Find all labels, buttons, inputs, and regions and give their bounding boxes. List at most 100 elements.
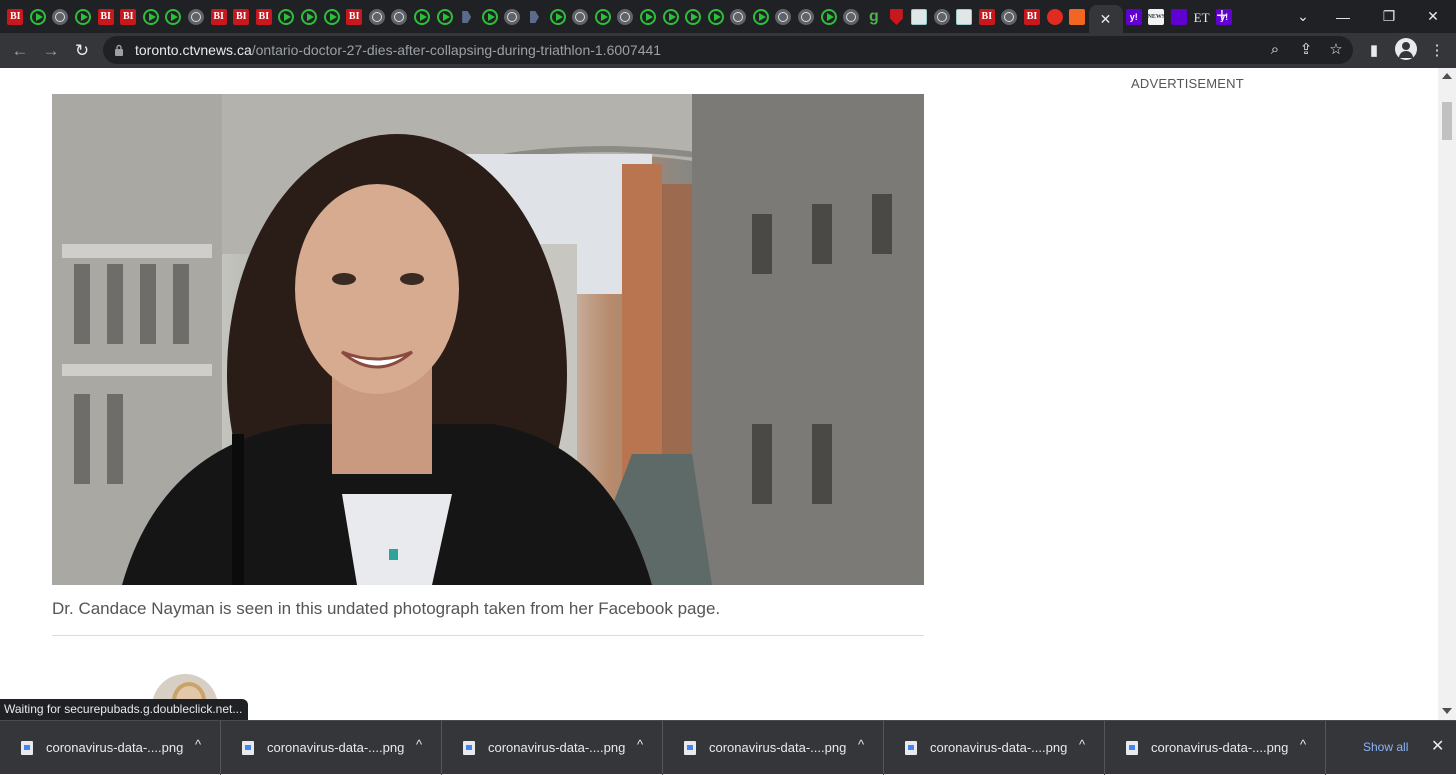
- browser-tab[interactable]: [275, 6, 298, 28]
- browser-tab[interactable]: BI: [117, 6, 140, 28]
- browser-tab[interactable]: [772, 6, 795, 28]
- download-item[interactable]: coronavirus-data-....png ^: [221, 721, 442, 775]
- bi-favicon-icon: BI: [233, 9, 250, 25]
- browser-tab[interactable]: [908, 6, 931, 28]
- browser-tab[interactable]: ET: [1190, 6, 1213, 28]
- restore-button[interactable]: ❐: [1366, 0, 1412, 33]
- browser-tab[interactable]: [840, 6, 863, 28]
- profile-avatar-icon[interactable]: [1395, 38, 1417, 60]
- browser-tab[interactable]: [659, 6, 682, 28]
- back-button[interactable]: ←: [8, 39, 32, 63]
- browser-tab[interactable]: [1168, 6, 1191, 28]
- browser-tab[interactable]: [433, 6, 456, 28]
- browser-tab[interactable]: [298, 6, 321, 28]
- browser-tab[interactable]: [72, 6, 95, 28]
- url-host: toronto.ctvnews.ca: [135, 42, 252, 58]
- browser-tab[interactable]: [704, 6, 727, 28]
- browser-tab[interactable]: BI: [230, 6, 253, 28]
- forward-button[interactable]: →: [39, 39, 63, 63]
- play-favicon-icon: [662, 9, 679, 25]
- new-tab-button[interactable]: +: [1212, 5, 1232, 27]
- browser-tab[interactable]: [140, 6, 163, 28]
- browser-tab[interactable]: [411, 6, 434, 28]
- address-bar[interactable]: toronto.ctvnews.ca/ontario-doctor-27-die…: [103, 36, 1353, 64]
- url-path: /ontario-doctor-27-dies-after-collapsing…: [251, 42, 662, 58]
- browser-tab[interactable]: [614, 6, 637, 28]
- browser-tab[interactable]: [366, 6, 389, 28]
- download-item[interactable]: coronavirus-data-....png ^: [884, 721, 1105, 775]
- scrollbar-thumb[interactable]: [1442, 102, 1452, 140]
- download-filename[interactable]: coronavirus-data-....png: [46, 740, 183, 755]
- browser-tab[interactable]: [478, 6, 501, 28]
- download-item[interactable]: coronavirus-data-....png ^: [1105, 721, 1326, 775]
- close-window-button[interactable]: ✕: [1410, 0, 1456, 33]
- download-filename[interactable]: coronavirus-data-....png: [488, 740, 625, 755]
- browser-tab[interactable]: [546, 6, 569, 28]
- browser-tab[interactable]: y!: [1123, 6, 1146, 28]
- tab-list: BI BI BI BI BI BI BI g BI BI ✕ y! NEWS ET y!: [4, 4, 1235, 34]
- page-scrollbar[interactable]: [1438, 68, 1456, 720]
- browser-tab[interactable]: [930, 6, 953, 28]
- play-favicon-icon: [323, 9, 340, 25]
- share-icon[interactable]: ⇪: [1296, 40, 1316, 60]
- lock-icon[interactable]: [114, 44, 124, 56]
- browser-tab[interactable]: BI: [343, 6, 366, 28]
- browser-tab[interactable]: [569, 6, 592, 28]
- show-all-downloads-button[interactable]: Show all: [1363, 740, 1408, 754]
- browser-tab[interactable]: [885, 6, 908, 28]
- browser-tab[interactable]: [1043, 6, 1066, 28]
- scroll-down-arrow-icon[interactable]: [1442, 708, 1452, 714]
- browser-tab[interactable]: [456, 6, 479, 28]
- browser-tab[interactable]: [750, 6, 773, 28]
- download-options-chevron-icon[interactable]: ^: [1300, 737, 1306, 752]
- browser-tab[interactable]: [501, 6, 524, 28]
- download-item[interactable]: coronavirus-data-....png ^: [663, 721, 884, 775]
- browser-tab[interactable]: [388, 6, 411, 28]
- active-tab-close-icon[interactable]: ✕: [1088, 4, 1123, 34]
- browser-tab[interactable]: [795, 6, 818, 28]
- browser-tab[interactable]: [817, 6, 840, 28]
- minimize-button[interactable]: —: [1320, 0, 1366, 33]
- download-item[interactable]: coronavirus-data-....png ^: [442, 721, 663, 775]
- download-options-chevron-icon[interactable]: ^: [858, 737, 864, 752]
- reload-button[interactable]: ↻: [70, 39, 94, 63]
- browser-tab[interactable]: BI: [1021, 6, 1044, 28]
- browser-tab[interactable]: g: [863, 6, 886, 28]
- browser-tab[interactable]: BI: [207, 6, 230, 28]
- browser-tab[interactable]: BI: [976, 6, 999, 28]
- download-filename[interactable]: coronavirus-data-....png: [930, 740, 1067, 755]
- browser-tab[interactable]: [1066, 6, 1089, 28]
- browser-tab[interactable]: [320, 6, 343, 28]
- url-text[interactable]: toronto.ctvnews.ca/ontario-doctor-27-die…: [135, 42, 661, 58]
- download-options-chevron-icon[interactable]: ^: [416, 737, 422, 752]
- download-filename[interactable]: coronavirus-data-....png: [1151, 740, 1288, 755]
- browser-tab[interactable]: [185, 6, 208, 28]
- browser-tab[interactable]: [49, 6, 72, 28]
- download-item[interactable]: coronavirus-data-....png ^: [0, 721, 221, 775]
- browser-tab[interactable]: BI: [4, 6, 27, 28]
- browser-tab[interactable]: [162, 6, 185, 28]
- download-options-chevron-icon[interactable]: ^: [637, 737, 643, 752]
- browser-tab[interactable]: [591, 6, 614, 28]
- browser-tab[interactable]: BI: [253, 6, 276, 28]
- bi-favicon-icon: BI: [346, 9, 363, 25]
- browser-tab[interactable]: [682, 6, 705, 28]
- browser-tab[interactable]: NEWS: [1145, 6, 1168, 28]
- download-options-chevron-icon[interactable]: ^: [195, 737, 201, 752]
- browser-tab[interactable]: [727, 6, 750, 28]
- browser-tab[interactable]: [27, 6, 50, 28]
- browser-tab[interactable]: [524, 6, 547, 28]
- zoom-icon[interactable]: ⌕: [1265, 40, 1285, 60]
- chrome-menu-icon[interactable]: ⋮: [1426, 40, 1448, 62]
- download-filename[interactable]: coronavirus-data-....png: [267, 740, 404, 755]
- download-filename[interactable]: coronavirus-data-....png: [709, 740, 846, 755]
- scroll-up-arrow-icon[interactable]: [1442, 73, 1452, 79]
- bookmark-star-icon[interactable]: ☆: [1326, 40, 1346, 60]
- browser-tab[interactable]: [998, 6, 1021, 28]
- side-panel-icon[interactable]: ▮: [1363, 40, 1385, 62]
- browser-tab[interactable]: [637, 6, 660, 28]
- download-options-chevron-icon[interactable]: ^: [1079, 737, 1085, 752]
- browser-tab[interactable]: BI: [94, 6, 117, 28]
- close-downloads-shelf-button[interactable]: ✕: [1431, 736, 1444, 756]
- browser-tab[interactable]: [953, 6, 976, 28]
